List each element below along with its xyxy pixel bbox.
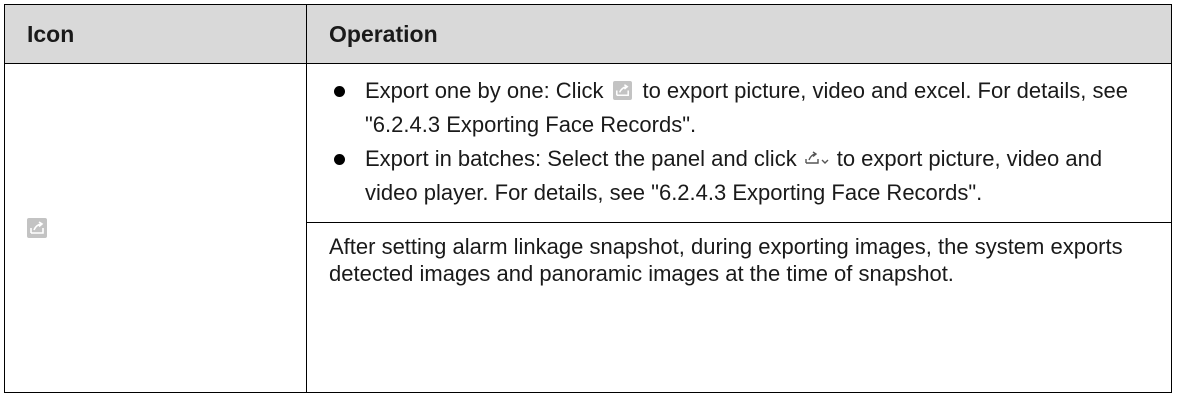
header-icon: Icon [4,4,307,64]
list-item: Export in batches: Select the panel and … [329,142,1151,210]
note-text: After setting alarm linkage snapshot, du… [329,234,1123,286]
export-icon [613,81,633,100]
bullet-dot [334,86,345,97]
export-icon [27,218,47,238]
header-operation: Operation [306,4,1172,64]
table-header-row: Icon Operation [4,4,1172,64]
bullet-dot [334,154,345,165]
export-dropdown-icon [803,144,831,164]
table-row: Export one by one: Click to export pictu… [4,63,1172,393]
cell-divider [307,222,1171,223]
bullet-text-before: Export one by one: Click [365,78,604,103]
icon-operation-table: Icon Operation Export one by one: Click [4,4,1172,393]
icon-cell [4,63,307,393]
list-item: Export one by one: Click to export pictu… [329,74,1151,142]
operation-cell: Export one by one: Click to export pictu… [306,63,1172,393]
operation-list: Export one by one: Click to export pictu… [329,74,1151,210]
bullet-text-before: Export in batches: Select the panel and … [365,146,797,171]
